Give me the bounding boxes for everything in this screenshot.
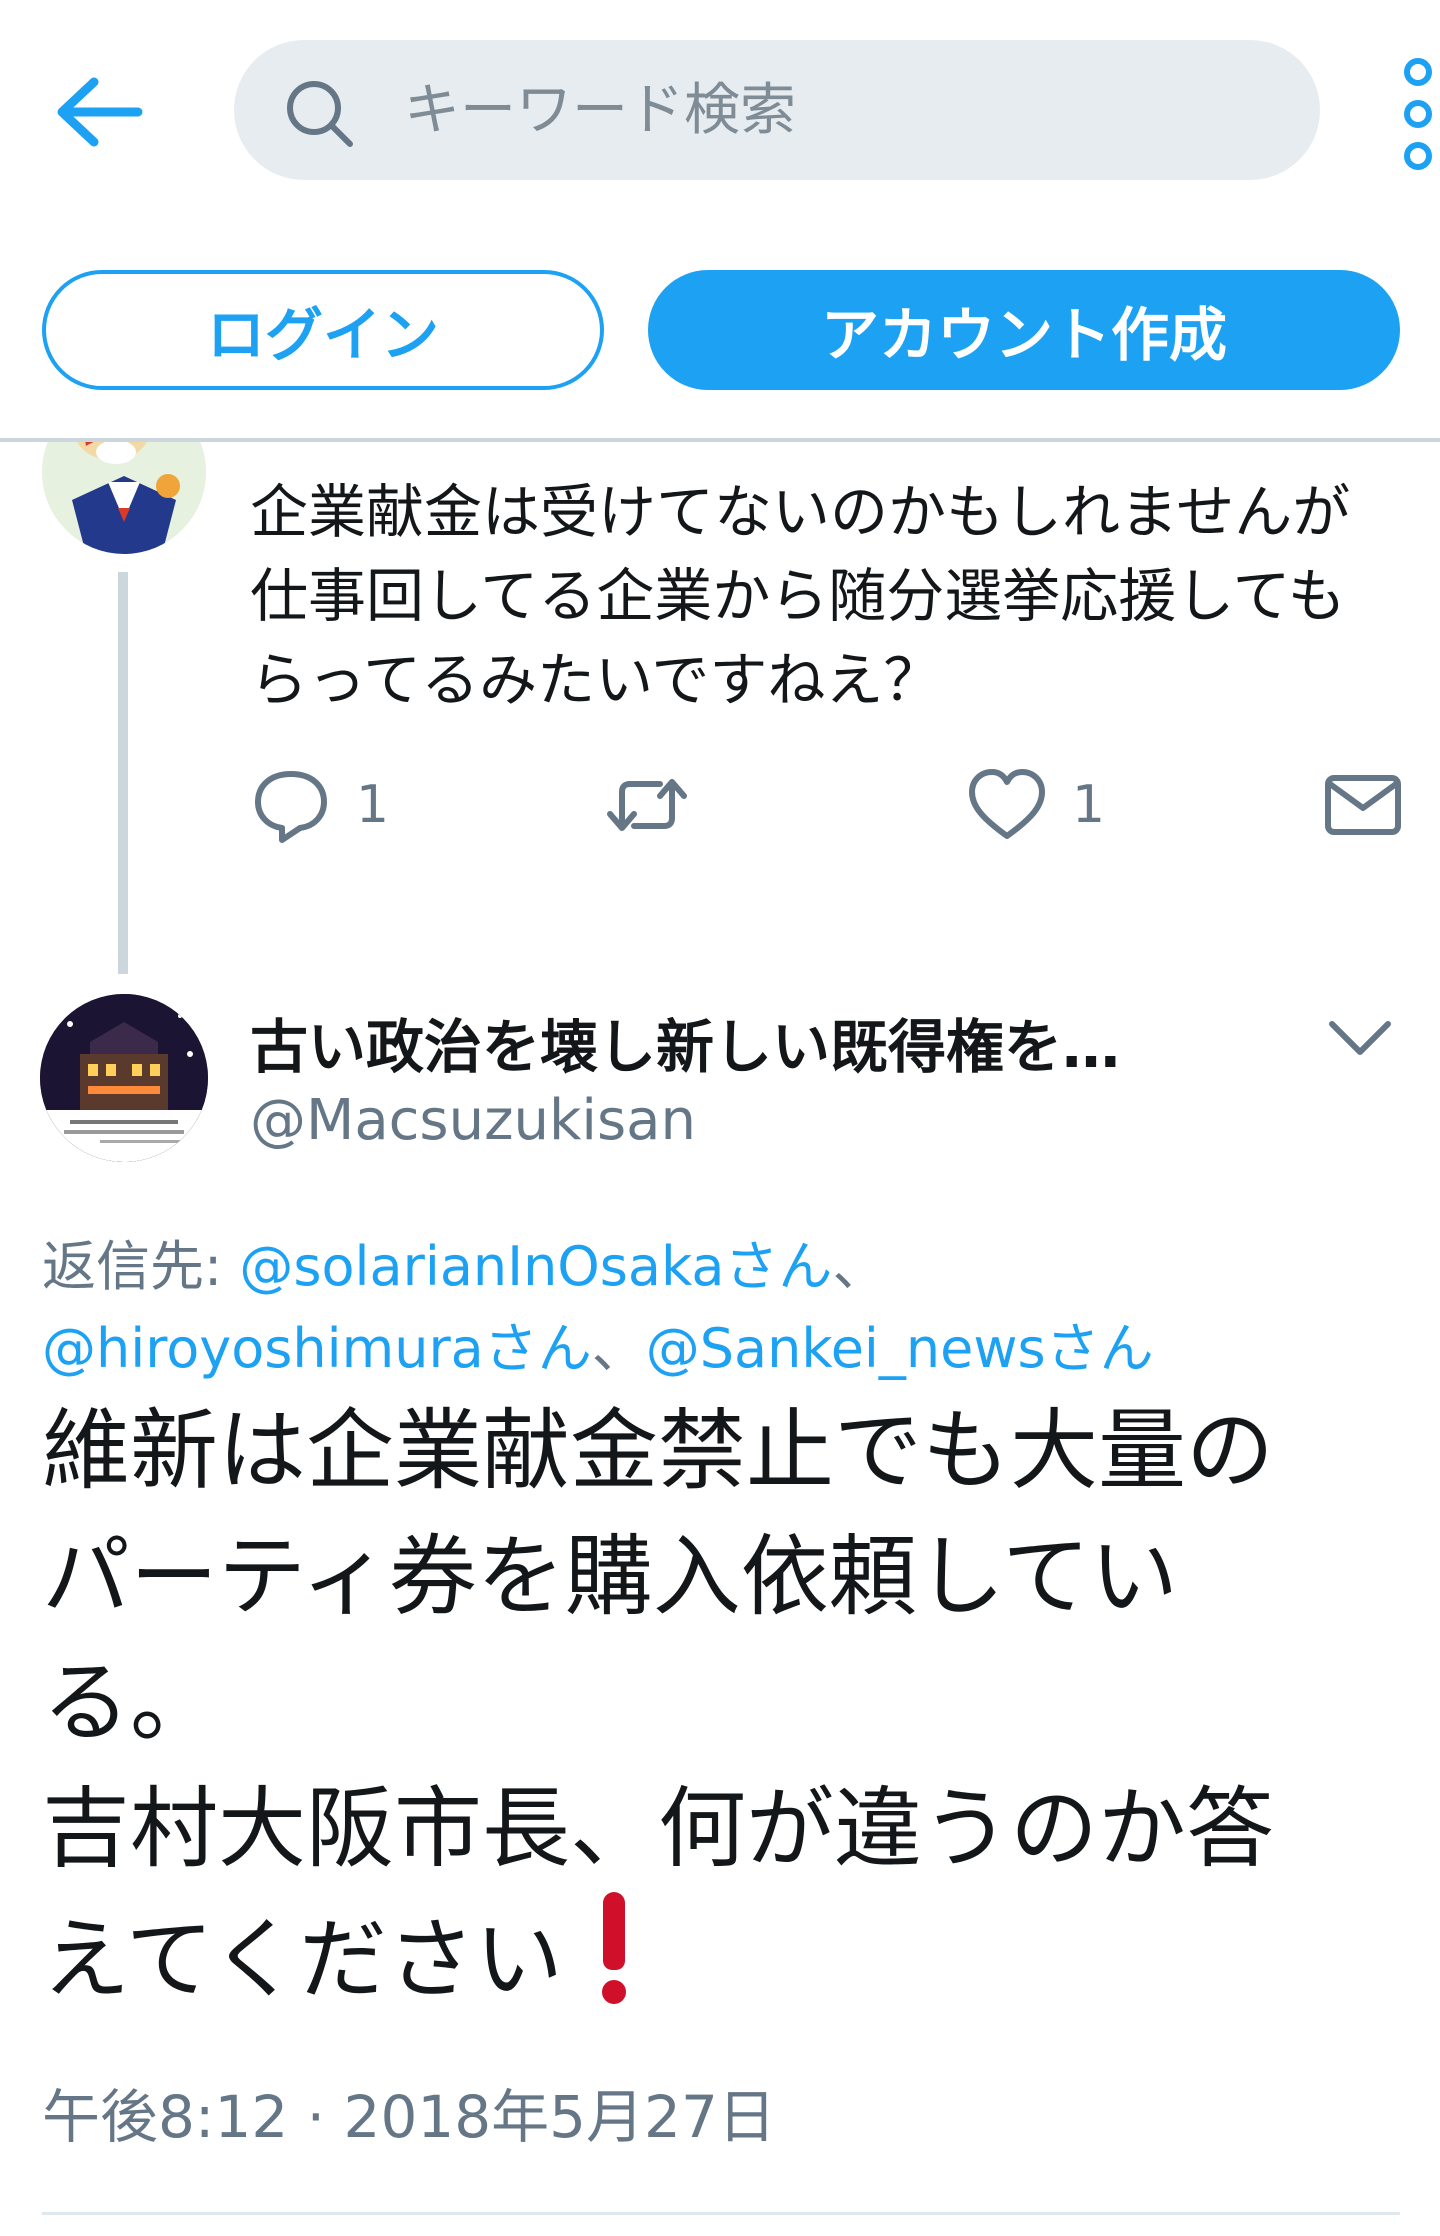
tweet-text-line: 維新は企業献金禁止でも大量の [42,1399,1275,1502]
direct-message-button[interactable] [1322,760,1404,850]
reply-button[interactable]: 1 [250,760,389,850]
search-icon [287,81,353,147]
mention-link[interactable]: @solarianInOsakaさん [239,1235,832,1298]
tweet-menu-button[interactable] [1322,1010,1398,1066]
thread-connector-line [118,572,128,974]
reply-to-line: 返信先: @solarianInOsakaさん、 @hiroyoshimuraさん… [42,1226,1402,1390]
like-icon [969,769,1045,839]
back-arrow-icon [57,77,143,147]
more-vertical-icon [1404,58,1432,170]
reply-count: 1 [356,775,390,835]
tweet-text-line: えてください [42,1908,563,2011]
header-divider [0,438,1440,442]
tweet-text-line: パーティ券を購入依頼してい [42,1525,1179,1628]
direct-message-icon [1325,775,1401,835]
reply-icon [255,771,327,843]
tweet-text-line: る。 [42,1651,219,1754]
mention-link[interactable]: @hiroyoshimuraさん [42,1317,592,1380]
like-button[interactable]: 1 [966,760,1105,850]
illuminated-building-avatar-image [40,994,208,1162]
search-box[interactable] [234,40,1320,180]
tweet-text-line: 吉村大阪市長、何が違うのか答 [42,1777,1275,1880]
tweet-timestamp[interactable]: 午後8:12 · 2018年5月27日 [42,2070,776,2154]
author-avatar[interactable] [40,994,208,1162]
mention-separator: 、 [591,1317,646,1380]
chevron-down-icon [1329,1021,1391,1055]
author-handle[interactable]: @Macsuzukisan [250,1088,696,1153]
prev-tweet-actions: 1 1 [250,760,1401,860]
author-display-name[interactable]: 古い政治を壊し新しい既得権を… [250,1000,1200,1084]
prev-tweet-text: 企業献金は受けてないのかもしれませんが仕事回してる企業から随分選挙応援してもらっ… [250,478,1351,714]
login-button[interactable]: ログイン [42,270,604,390]
retweet-icon [607,779,687,831]
search-input[interactable] [404,40,1284,180]
bottom-divider [42,2212,1400,2215]
exclamation-icon [599,1892,629,2004]
tweet-text: 維新は企業献金禁止でも大量の パーティ券を購入依頼してい る。 吉村大阪市長、何… [42,1388,1402,2023]
back-button[interactable] [48,64,148,164]
top-bar: ログイン アカウント作成 [0,0,1440,442]
create-account-button[interactable]: アカウント作成 [648,270,1400,390]
like-count: 1 [1072,775,1106,835]
tweet-text-line-last: えてください [42,1892,1402,2023]
more-options-button[interactable] [1396,54,1440,174]
mention-link[interactable]: @Sankei_newsさん [646,1317,1154,1380]
reply-to-prefix: 返信先: [42,1235,240,1298]
retweet-button[interactable] [606,760,688,850]
mention-separator: 、 [832,1235,887,1298]
